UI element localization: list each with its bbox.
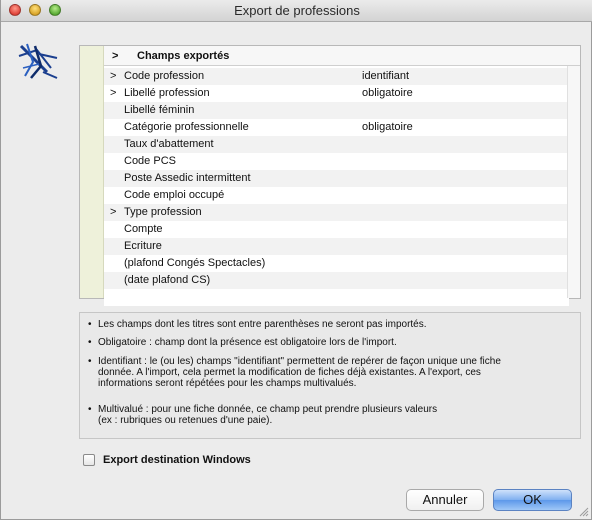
field-row[interactable]: Ecriture: [104, 238, 569, 255]
help-note: • Identifiant : le (ou les) champs "ident…: [88, 356, 574, 389]
exported-fields-header[interactable]: > Champs exportés: [104, 46, 580, 66]
help-note-text: Identifiant : le (ou les) champs "identi…: [98, 356, 501, 389]
field-status: identifiant: [362, 70, 410, 82]
help-note-text: Les champs dont les titres sont entre pa…: [98, 319, 427, 330]
export-windows-option[interactable]: Export destination Windows: [83, 453, 251, 467]
bullet-icon: •: [88, 337, 92, 348]
field-name: (date plafond CS): [124, 274, 211, 286]
field-row[interactable]: Catégorie professionnelle obligatoire: [104, 119, 569, 136]
field-name: Code profession: [124, 70, 205, 82]
help-notes-panel: • Les champs dont les titres sont entre p…: [79, 312, 581, 439]
fields-scrollbar[interactable]: [567, 66, 580, 298]
field-row[interactable]: (plafond Congés Spectacles): [104, 255, 569, 272]
exported-fields-title: Champs exportés: [137, 50, 230, 62]
field-name: Code emploi occupé: [124, 189, 225, 201]
field-marker: >: [110, 206, 117, 218]
title-bar[interactable]: Export de professions: [1, 0, 592, 22]
field-row[interactable]: Code PCS: [104, 153, 569, 170]
field-name: Poste Assedic intermittent: [124, 172, 251, 184]
cancel-button[interactable]: Annuler: [406, 489, 484, 511]
field-name: Ecriture: [124, 240, 162, 252]
field-name: Libellé féminin: [124, 104, 195, 116]
field-status: obligatoire: [362, 87, 413, 99]
fields-gutter: [80, 46, 104, 298]
export-dialog-window: Export de professions > Champs exportés …: [0, 0, 592, 520]
app-logo-icon: [18, 43, 58, 79]
exported-fields-list: > Code profession identifiant > Libellé prof…: [104, 68, 569, 306]
minimize-window-button[interactable]: [29, 4, 41, 16]
help-note: • Obligatoire : champ dont la présence es…: [88, 337, 574, 348]
field-name: Catégorie professionnelle: [124, 121, 249, 133]
field-row[interactable]: Taux d'abattement: [104, 136, 569, 153]
field-marker: >: [110, 87, 117, 99]
close-window-button[interactable]: [9, 4, 21, 16]
field-name: Type profession: [124, 206, 202, 218]
field-row[interactable]: [104, 289, 569, 306]
zoom-window-button[interactable]: [49, 4, 61, 16]
resize-grip-icon[interactable]: [578, 506, 589, 517]
field-row[interactable]: > Libellé profession obligatoire: [104, 85, 569, 102]
field-marker: >: [110, 70, 117, 82]
help-note-text: Multivalué : pour une fiche donnée, ce c…: [98, 404, 438, 426]
help-note-text: Obligatoire : champ dont la présence est…: [98, 337, 397, 348]
export-windows-label: Export destination Windows: [103, 454, 251, 466]
help-note: • Multivalué : pour une fiche donnée, ce …: [88, 404, 574, 426]
field-name: Code PCS: [124, 155, 176, 167]
field-name: Compte: [124, 223, 163, 235]
ok-button[interactable]: OK: [493, 489, 572, 511]
help-note: • Les champs dont les titres sont entre p…: [88, 319, 574, 330]
field-row[interactable]: Libellé féminin: [104, 102, 569, 119]
field-row[interactable]: > Type profession: [104, 204, 569, 221]
expand-arrow-icon: >: [112, 50, 119, 62]
field-row[interactable]: (date plafond CS): [104, 272, 569, 289]
field-name: (plafond Congés Spectacles): [124, 257, 266, 269]
field-row[interactable]: Compte: [104, 221, 569, 238]
window-title: Export de professions: [234, 3, 360, 18]
exported-fields-panel: > Champs exportés > Code profession identi…: [79, 45, 581, 306]
field-row[interactable]: > Code profession identifiant: [104, 68, 569, 85]
bullet-icon: •: [88, 404, 92, 415]
field-row[interactable]: Code emploi occupé: [104, 187, 569, 204]
field-name: Libellé profession: [124, 87, 210, 99]
field-name: Taux d'abattement: [124, 138, 214, 150]
export-windows-checkbox[interactable]: [83, 454, 95, 466]
field-status: obligatoire: [362, 121, 413, 133]
bullet-icon: •: [88, 356, 92, 367]
bullet-icon: •: [88, 319, 92, 330]
field-row[interactable]: Poste Assedic intermittent: [104, 170, 569, 187]
